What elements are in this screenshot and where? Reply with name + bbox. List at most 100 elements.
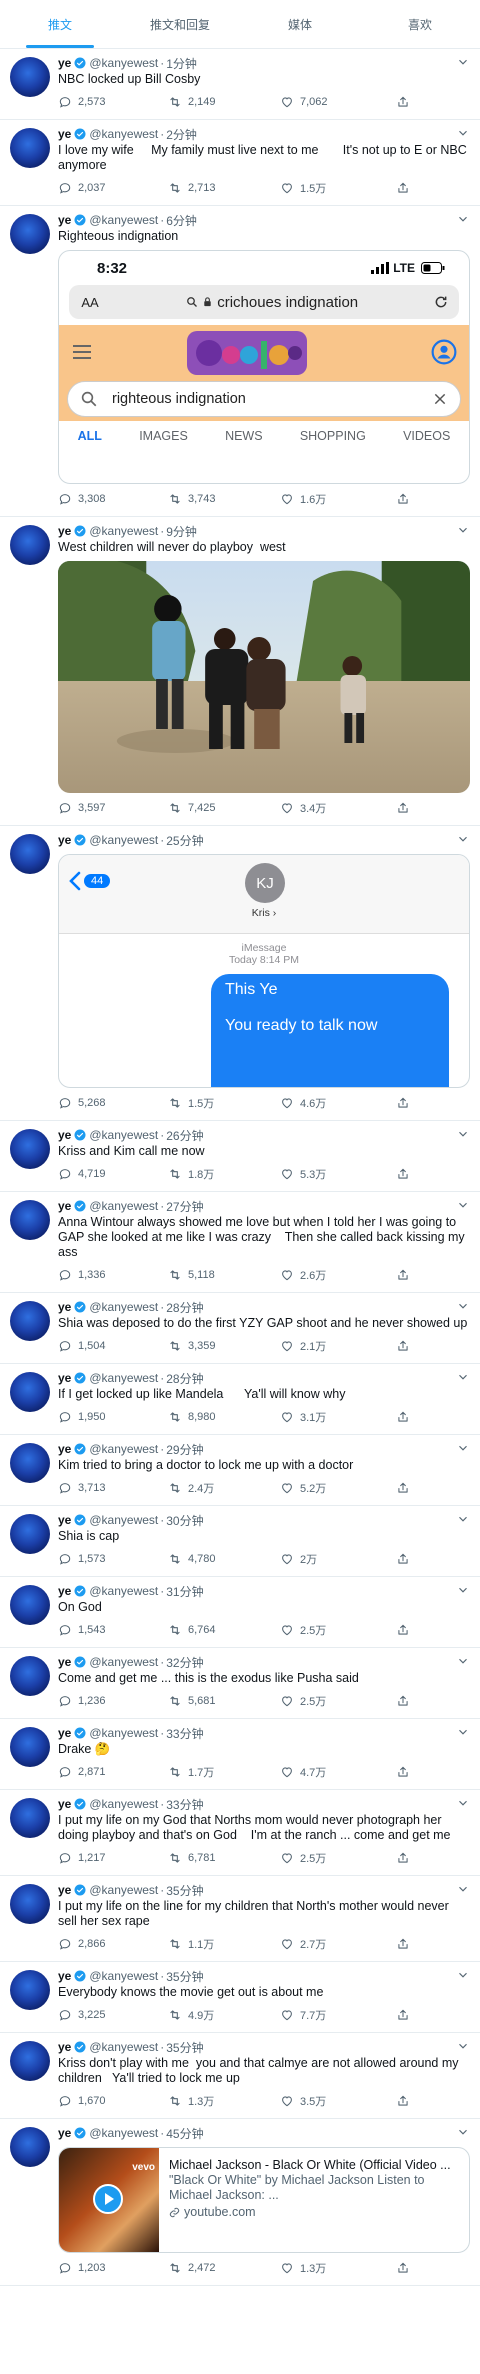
retweet-button[interactable]: 1.8万 — [168, 1166, 280, 1182]
tweet-time[interactable]: 28分钟 — [166, 1370, 203, 1387]
author-handle[interactable]: @kanyewest — [89, 2126, 158, 2140]
retweet-button[interactable]: 7,425 — [168, 801, 280, 815]
avatar[interactable] — [10, 1585, 50, 1625]
share-button[interactable] — [396, 1410, 416, 1424]
author-handle[interactable]: @kanyewest — [89, 1726, 158, 1740]
like-button[interactable]: 5.2万 — [280, 1480, 396, 1496]
avatar[interactable] — [10, 214, 50, 254]
more-options-chevron-down-icon[interactable] — [456, 832, 470, 846]
reply-button[interactable]: 3,713 — [58, 1481, 168, 1495]
like-button[interactable]: 5.3万 — [280, 1166, 396, 1182]
tweet-time[interactable]: 35分钟 — [166, 1882, 203, 1899]
retweet-button[interactable]: 5,118 — [168, 1268, 280, 1282]
tweet-time[interactable]: 29分钟 — [166, 1441, 203, 1458]
tweet[interactable]: ye @kanyewest · 35分钟 Everybody knows the… — [0, 1962, 480, 2033]
share-button[interactable] — [396, 95, 416, 109]
more-options-chevron-down-icon[interactable] — [456, 1127, 470, 1141]
play-icon[interactable] — [93, 2184, 123, 2214]
phone-screenshot-image[interactable]: 8:32 LTE AA crichoues indignation righte… — [58, 250, 470, 484]
more-options-chevron-down-icon[interactable] — [456, 2125, 470, 2139]
share-button[interactable] — [396, 1268, 416, 1282]
google-tab-all[interactable]: ALL — [78, 429, 102, 443]
author-name[interactable]: ye — [58, 1883, 71, 1897]
tweet-time[interactable]: 1分钟 — [166, 55, 197, 72]
tweet-time[interactable]: 26分钟 — [166, 1127, 203, 1144]
tweet-time[interactable]: 35分钟 — [166, 2039, 203, 2056]
avatar[interactable] — [10, 1443, 50, 1483]
more-options-chevron-down-icon[interactable] — [456, 1968, 470, 1982]
author-handle[interactable]: @kanyewest — [89, 1371, 158, 1385]
like-button[interactable]: 2.5万 — [280, 1622, 396, 1638]
reply-button[interactable]: 2,871 — [58, 1765, 168, 1779]
tweet-time[interactable]: 2分钟 — [166, 126, 197, 143]
more-options-chevron-down-icon[interactable] — [456, 1198, 470, 1212]
more-options-chevron-down-icon[interactable] — [456, 126, 470, 140]
more-options-chevron-down-icon[interactable] — [456, 1512, 470, 1526]
tweet-time[interactable]: 35分钟 — [166, 1968, 203, 1985]
retweet-button[interactable]: 1.3万 — [168, 2093, 280, 2109]
reply-button[interactable]: 1,336 — [58, 1268, 168, 1282]
retweet-button[interactable]: 6,764 — [168, 1623, 280, 1637]
reply-button[interactable]: 5,268 — [58, 1096, 168, 1110]
share-button[interactable] — [396, 181, 416, 195]
more-options-chevron-down-icon[interactable] — [456, 1882, 470, 1896]
author-name[interactable]: ye — [58, 1199, 71, 1213]
like-button[interactable]: 2.1万 — [280, 1338, 396, 1354]
author-handle[interactable]: @kanyewest — [89, 1513, 158, 1527]
retweet-button[interactable]: 8,980 — [168, 1410, 280, 1424]
author-name[interactable]: ye — [58, 1655, 71, 1669]
back-button[interactable]: 44 — [69, 871, 111, 891]
tweet-time[interactable]: 31分钟 — [166, 1583, 203, 1600]
author-name[interactable]: ye — [58, 56, 71, 70]
author-handle[interactable]: @kanyewest — [89, 213, 158, 227]
tweet[interactable]: ye @kanyewest · 31分钟 On God 1,543 6,764 … — [0, 1577, 480, 1648]
author-handle[interactable]: @kanyewest — [89, 1300, 158, 1314]
google-tab-videos[interactable]: VIDEOS — [403, 429, 450, 443]
share-button[interactable] — [396, 1623, 416, 1637]
like-button[interactable]: 1.3万 — [280, 2260, 396, 2276]
avatar[interactable] — [10, 1970, 50, 2010]
tweet[interactable]: ye @kanyewest · 6分钟 Righteous indignatio… — [0, 206, 480, 517]
reply-button[interactable]: 3,225 — [58, 2008, 168, 2022]
author-handle[interactable]: @kanyewest — [89, 1199, 158, 1213]
more-options-chevron-down-icon[interactable] — [456, 1299, 470, 1313]
avatar[interactable] — [10, 1129, 50, 1169]
like-button[interactable]: 3.1万 — [280, 1409, 396, 1425]
tweet[interactable]: ye @kanyewest · 30分钟 Shia is cap 1,573 4… — [0, 1506, 480, 1577]
share-button[interactable] — [396, 801, 416, 815]
tweet[interactable]: ye @kanyewest · 2分钟 I love my wife My fa… — [0, 120, 480, 206]
avatar[interactable] — [10, 1884, 50, 1924]
tweet[interactable]: ye @kanyewest · 28分钟 Shia was deposed to… — [0, 1293, 480, 1364]
like-button[interactable]: 7,062 — [280, 95, 396, 109]
author-name[interactable]: ye — [58, 1442, 71, 1456]
avatar[interactable] — [10, 1301, 50, 1341]
children-photo[interactable] — [58, 561, 470, 793]
avatar[interactable] — [10, 1514, 50, 1554]
retweet-button[interactable]: 2,713 — [168, 181, 280, 195]
reply-button[interactable]: 1,217 — [58, 1851, 168, 1865]
account-icon[interactable] — [431, 339, 457, 365]
retweet-button[interactable]: 2.4万 — [168, 1480, 280, 1496]
share-button[interactable] — [396, 1096, 416, 1110]
like-button[interactable]: 2.5万 — [280, 1850, 396, 1866]
google-tab-images[interactable]: IMAGES — [139, 429, 188, 443]
retweet-button[interactable]: 2,472 — [168, 2261, 280, 2275]
more-options-chevron-down-icon[interactable] — [456, 1725, 470, 1739]
tweet[interactable]: ye @kanyewest · 35分钟 I put my life on th… — [0, 1876, 480, 1962]
tab-likes[interactable]: 喜欢 — [360, 0, 480, 48]
reply-button[interactable]: 1,543 — [58, 1623, 168, 1637]
reply-button[interactable]: 4,719 — [58, 1167, 168, 1181]
retweet-button[interactable]: 5,681 — [168, 1694, 280, 1708]
author-name[interactable]: ye — [58, 2040, 71, 2054]
author-handle[interactable]: @kanyewest — [89, 1442, 158, 1456]
avatar[interactable] — [10, 1727, 50, 1767]
avatar[interactable] — [10, 2041, 50, 2081]
share-button[interactable] — [396, 1339, 416, 1353]
retweet-button[interactable]: 4.9万 — [168, 2007, 280, 2023]
more-options-chevron-down-icon[interactable] — [456, 212, 470, 226]
google-tab-news[interactable]: NEWS — [225, 429, 263, 443]
author-name[interactable]: ye — [58, 1584, 71, 1598]
tweet-time[interactable]: 6分钟 — [166, 212, 197, 229]
author-name[interactable]: ye — [58, 524, 71, 538]
more-options-chevron-down-icon[interactable] — [456, 1583, 470, 1597]
